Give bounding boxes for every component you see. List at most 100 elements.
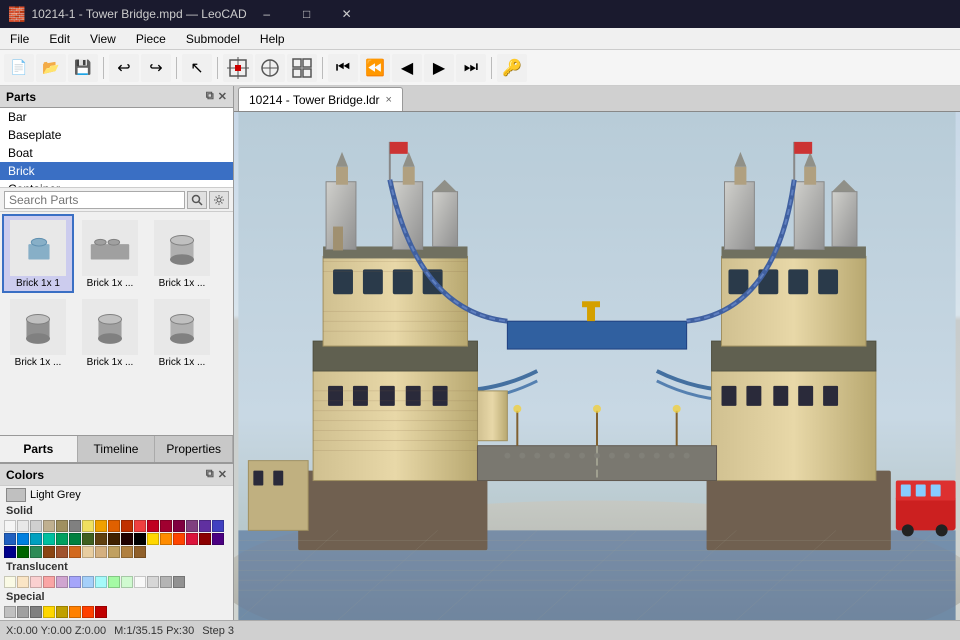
bottom-tab-timeline[interactable]: Timeline <box>78 436 156 462</box>
first-frame-button[interactable]: ⏮ <box>328 54 358 82</box>
new-button[interactable]: 📄 <box>4 54 34 82</box>
search-input[interactable] <box>4 191 185 209</box>
color-swatch-5[interactable] <box>69 520 81 532</box>
color-swatch-37[interactable] <box>43 546 55 558</box>
color-swatch-27[interactable] <box>134 533 146 545</box>
redo-button[interactable]: ↪ <box>141 54 171 82</box>
color-swatch-7[interactable] <box>95 606 107 618</box>
part-cell-1[interactable]: Brick 1x ... <box>74 214 146 293</box>
next-frame-button[interactable]: ▶ <box>424 54 454 82</box>
color-swatch-12[interactable] <box>160 520 172 532</box>
color-swatch-13[interactable] <box>173 576 185 588</box>
bottom-tab-parts[interactable]: Parts <box>0 436 78 462</box>
color-swatch-2[interactable] <box>30 520 42 532</box>
menu-item-edit[interactable]: Edit <box>39 28 80 50</box>
color-swatch-3[interactable] <box>43 606 55 618</box>
open-button[interactable]: 📂 <box>36 54 66 82</box>
color-swatch-1[interactable] <box>17 576 29 588</box>
snap3-button[interactable] <box>287 54 317 82</box>
color-swatch-1[interactable] <box>17 520 29 532</box>
bottom-tab-properties[interactable]: Properties <box>155 436 233 462</box>
prev2-frame-button[interactable]: ⏪ <box>360 54 390 82</box>
menu-item-view[interactable]: View <box>80 28 126 50</box>
color-swatch-2[interactable] <box>30 576 42 588</box>
select-button[interactable]: ↖ <box>182 54 212 82</box>
color-swatch-5[interactable] <box>69 576 81 588</box>
color-swatch-41[interactable] <box>95 546 107 558</box>
color-swatch-9[interactable] <box>121 576 133 588</box>
part-cell-5[interactable]: Brick 1x ... <box>146 293 218 372</box>
menu-item-piece[interactable]: Piece <box>126 28 176 50</box>
color-swatch-42[interactable] <box>108 546 120 558</box>
part-cell-4[interactable]: Brick 1x ... <box>74 293 146 372</box>
menu-item-help[interactable]: Help <box>250 28 295 50</box>
color-swatch-0[interactable] <box>4 520 16 532</box>
color-swatch-40[interactable] <box>82 546 94 558</box>
color-swatch-32[interactable] <box>199 533 211 545</box>
color-swatch-5[interactable] <box>69 606 81 618</box>
part-cell-2[interactable]: Brick 1x ... <box>146 214 218 293</box>
color-swatch-14[interactable] <box>186 520 198 532</box>
color-swatch-29[interactable] <box>160 533 172 545</box>
snap1-button[interactable] <box>223 54 253 82</box>
color-swatch-0[interactable] <box>4 606 16 618</box>
color-swatch-25[interactable] <box>108 533 120 545</box>
color-swatch-33[interactable] <box>212 533 224 545</box>
color-swatch-12[interactable] <box>160 576 172 588</box>
color-swatch-7[interactable] <box>95 576 107 588</box>
color-swatch-1[interactable] <box>17 606 29 618</box>
color-swatch-22[interactable] <box>69 533 81 545</box>
color-swatch-11[interactable] <box>147 576 159 588</box>
color-swatch-21[interactable] <box>56 533 68 545</box>
category-item-boat[interactable]: Boat <box>0 144 233 162</box>
last-frame-button[interactable]: ⏭ <box>456 54 486 82</box>
category-item-brick[interactable]: Brick <box>0 162 233 180</box>
color-swatch-18[interactable] <box>17 533 29 545</box>
menu-item-submodel[interactable]: Submodel <box>176 28 250 50</box>
color-swatch-4[interactable] <box>56 520 68 532</box>
color-swatch-26[interactable] <box>121 533 133 545</box>
color-swatch-6[interactable] <box>82 576 94 588</box>
color-swatch-23[interactable] <box>82 533 94 545</box>
color-swatch-9[interactable] <box>121 520 133 532</box>
menu-item-file[interactable]: File <box>0 28 39 50</box>
colors-float-icon[interactable]: ⧉ <box>206 468 214 481</box>
color-swatch-4[interactable] <box>56 576 68 588</box>
maximize-button[interactable]: □ <box>287 0 327 28</box>
color-swatch-8[interactable] <box>108 520 120 532</box>
color-swatch-6[interactable] <box>82 520 94 532</box>
color-swatch-3[interactable] <box>43 576 55 588</box>
color-swatch-38[interactable] <box>56 546 68 558</box>
color-swatch-35[interactable] <box>17 546 29 558</box>
color-swatch-28[interactable] <box>147 533 159 545</box>
color-swatch-13[interactable] <box>173 520 185 532</box>
color-swatch-17[interactable] <box>4 533 16 545</box>
color-swatch-24[interactable] <box>95 533 107 545</box>
close-button[interactable]: ✕ <box>327 0 367 28</box>
color-swatch-10[interactable] <box>134 520 146 532</box>
prev-frame-button[interactable]: ◀ <box>392 54 422 82</box>
color-swatch-39[interactable] <box>69 546 81 558</box>
undo-button[interactable]: ↩ <box>109 54 139 82</box>
colors-close-icon[interactable]: ✕ <box>218 468 227 481</box>
viewport-tab-close[interactable]: × <box>386 94 392 106</box>
viewport-canvas[interactable] <box>234 112 960 620</box>
color-swatch-30[interactable] <box>173 533 185 545</box>
color-swatch-6[interactable] <box>82 606 94 618</box>
viewport-tab[interactable]: 10214 - Tower Bridge.ldr × <box>238 87 403 111</box>
panel-close-icon[interactable]: ✕ <box>218 90 227 103</box>
save-button[interactable]: 💾 <box>68 54 98 82</box>
color-swatch-7[interactable] <box>95 520 107 532</box>
category-item-container[interactable]: Container <box>0 180 233 188</box>
current-color-row[interactable]: Light Grey <box>0 486 233 504</box>
color-swatch-8[interactable] <box>108 576 120 588</box>
color-swatch-36[interactable] <box>30 546 42 558</box>
color-swatch-11[interactable] <box>147 520 159 532</box>
minimize-button[interactable]: – <box>247 0 287 28</box>
color-swatch-4[interactable] <box>56 606 68 618</box>
color-swatch-15[interactable] <box>199 520 211 532</box>
color-swatch-16[interactable] <box>212 520 224 532</box>
part-cell-0[interactable]: Brick 1x 1 <box>2 214 74 293</box>
color-swatch-20[interactable] <box>43 533 55 545</box>
snap2-button[interactable] <box>255 54 285 82</box>
